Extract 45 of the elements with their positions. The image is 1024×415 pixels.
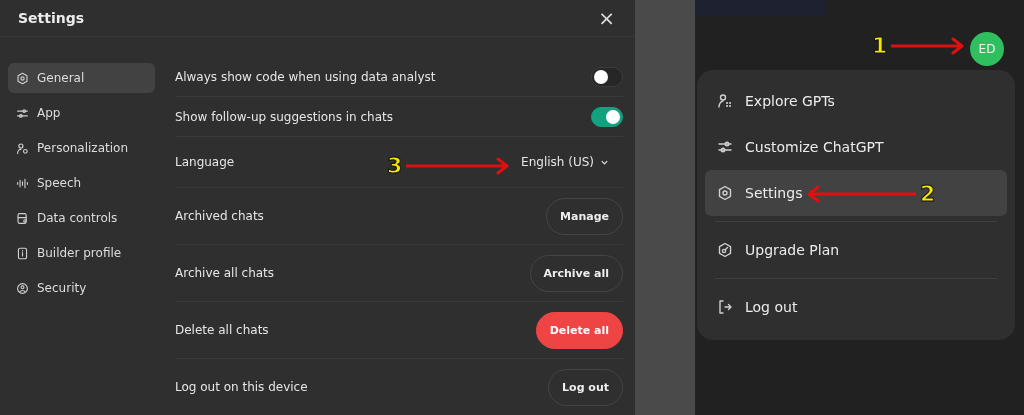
hexagon-icon (717, 242, 733, 258)
sidebar-item[interactable]: Personalization (8, 133, 155, 163)
person-icon (16, 141, 29, 155)
sidebar-item[interactable]: General (8, 63, 155, 93)
setting-label: Log out on this device (175, 380, 308, 394)
sidebar-item[interactable]: Speech (8, 168, 155, 198)
menu-item[interactable]: Customize ChatGPT (705, 124, 1007, 170)
sidebar-item[interactable]: Data controls (8, 203, 155, 233)
sidebar-item[interactable]: Security (8, 273, 155, 303)
sliders-icon (717, 139, 733, 155)
setting-label: Archive all chats (175, 266, 275, 280)
person-icon (717, 93, 733, 109)
delete-button[interactable]: Delete all (535, 311, 623, 349)
menu-item[interactable]: Upgrade Plan (705, 227, 1007, 273)
step-number: 3 (387, 153, 403, 178)
language-dropdown[interactable]: English (US) (521, 155, 623, 169)
step-number: 1 (872, 33, 888, 58)
action-button[interactable]: Manage (546, 197, 623, 235)
setting-label: Delete all chats (175, 323, 269, 337)
gear-icon (16, 71, 29, 85)
toggle-switch[interactable] (591, 106, 623, 127)
arrow-icon (806, 183, 916, 204)
arrow-icon (406, 155, 511, 176)
close-button[interactable]: × (596, 8, 617, 28)
id-card-icon (16, 246, 29, 260)
sidebar-item[interactable]: Builder profile (8, 238, 155, 268)
waveform-icon (16, 176, 29, 190)
logout-icon (717, 299, 733, 315)
setting-label: Archived chats (175, 209, 264, 223)
sliders-icon (16, 106, 29, 120)
setting-label: Always show code when using data analyst (175, 69, 436, 84)
database-icon (16, 211, 29, 225)
action-button[interactable]: Archive all (529, 254, 623, 292)
menu-item[interactable]: Explore GPTs (705, 78, 1007, 124)
dialog-title: Settings (18, 10, 85, 26)
sidebar-item[interactable]: App (8, 98, 155, 128)
arrow-icon (891, 35, 966, 56)
setting-label: Language (175, 155, 235, 169)
setting-label: Show follow-up suggestions in chats (175, 109, 393, 124)
action-button[interactable]: Log out (548, 368, 623, 406)
shield-icon (16, 281, 29, 295)
gear-icon (717, 185, 733, 201)
step-number: 2 (920, 181, 936, 206)
menu-item[interactable]: Log out (705, 284, 1007, 330)
toggle-switch[interactable] (591, 66, 623, 87)
